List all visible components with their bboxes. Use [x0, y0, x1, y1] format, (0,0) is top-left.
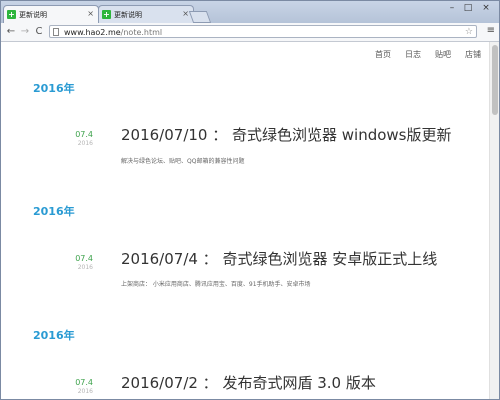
minimize-icon[interactable]: –: [445, 3, 459, 13]
close-tab-icon[interactable]: ×: [87, 9, 94, 18]
date-year: 2016: [77, 140, 93, 147]
year-heading: 2016年: [33, 205, 75, 218]
browser-toolbar: ← → C www.hao2.me/note.html ☆ ≡: [1, 23, 499, 42]
tab-title: 更新说明: [19, 10, 47, 19]
forward-arrow-icon[interactable]: →: [19, 26, 31, 38]
tab-title: 更新说明: [114, 10, 142, 19]
year-heading: 2016年: [33, 82, 75, 95]
date-month-day: 07.4: [75, 130, 93, 139]
close-window-icon[interactable]: ×: [479, 3, 493, 13]
date-month-day: 07.4: [75, 378, 93, 387]
new-tab-button[interactable]: [188, 11, 212, 23]
nav-home[interactable]: 首页: [375, 49, 391, 60]
entry-desc: 上架商店： 小米应用商店、腾讯应用宝、百度、91手机助手、安卓市场: [121, 281, 311, 288]
nav-store[interactable]: 店铺: [465, 49, 481, 60]
entry-title[interactable]: 2016/07/2 ： 发布奇式网盾 3.0 版本: [121, 372, 376, 393]
nav-log[interactable]: 日志: [405, 49, 421, 60]
menu-icon[interactable]: ≡: [487, 25, 495, 36]
scrollbar-thumb[interactable]: [492, 45, 498, 115]
entry-desc: 解决与绿色论坛、贴吧、QQ邮箱的兼容性问题: [121, 158, 245, 165]
tab-inactive[interactable]: + 更新说明 ×: [98, 5, 194, 23]
nav-tieba[interactable]: 贴吧: [435, 49, 451, 60]
maximize-icon[interactable]: □: [461, 3, 475, 13]
entry-date: 07.4 2016: [61, 130, 93, 147]
entry-date: 07.4 2016: [61, 378, 93, 395]
site-nav: 首页 日志 贴吧 店铺: [375, 49, 481, 60]
entry-title[interactable]: 2016/07/10 ： 奇式绿色浏览器 windows版更新: [121, 124, 452, 145]
back-arrow-icon[interactable]: ←: [5, 26, 17, 38]
entry-date: 07.4 2016: [61, 254, 93, 271]
plus-favicon-icon: +: [102, 10, 111, 19]
address-bar[interactable]: www.hao2.me/note.html ☆: [49, 25, 477, 38]
date-year: 2016: [77, 388, 93, 395]
plus-favicon-icon: +: [7, 10, 16, 19]
tab-strip: + 更新说明 × + 更新说明 × – □ ×: [1, 1, 499, 23]
browser-window: + 更新说明 × + 更新说明 × – □ × ← → C www.hao2.m…: [0, 0, 500, 400]
page-scrollbar[interactable]: [489, 42, 499, 399]
bookmark-star-icon[interactable]: ☆: [465, 26, 473, 39]
year-heading: 2016年: [33, 329, 75, 342]
reload-icon[interactable]: C: [33, 26, 45, 38]
date-year: 2016: [77, 264, 93, 271]
url-host: www.hao2.me: [64, 28, 121, 37]
page-content: 首页 日志 贴吧 店铺 2016年 07.4 2016 2016/07/10 ：…: [1, 42, 489, 399]
entry-title[interactable]: 2016/07/4 ： 奇式绿色浏览器 安卓版正式上线: [121, 248, 437, 269]
tab-active[interactable]: + 更新说明 ×: [3, 5, 99, 23]
page-icon: [53, 28, 59, 36]
url-path: /note.html: [120, 28, 163, 37]
date-month-day: 07.4: [75, 254, 93, 263]
